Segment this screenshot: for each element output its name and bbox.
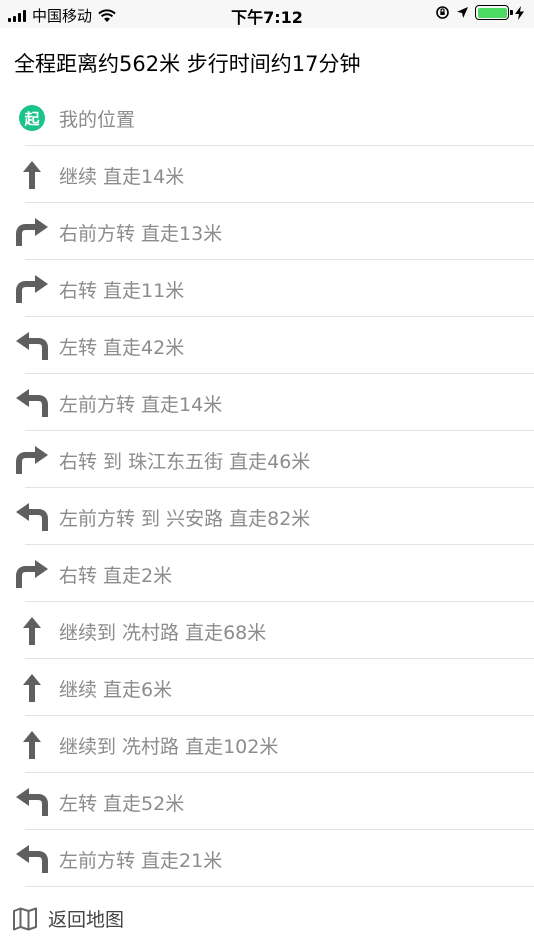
turn-right-arrow-icon [15, 444, 49, 476]
status-bar: 中国移动 下午7:12 [0, 0, 534, 28]
route-step-label: 继续到 冼村路 直走68米 [59, 622, 267, 644]
route-step-label: 左转 直走52米 [59, 793, 185, 815]
route-step-label: 右转 直走11米 [59, 280, 185, 302]
route-step-row[interactable]: 右转 到 珠江东五街 直走46米 [0, 431, 534, 488]
straight-arrow-icon [15, 729, 49, 761]
route-step-list: 起 我的位置 继续 直走14米右前方转 直走13米 右转 直走11米 左转 直走42… [0, 89, 534, 887]
location-arrow-icon [457, 7, 468, 18]
turn-right-arrow-icon [15, 216, 49, 248]
route-step-row[interactable]: 继续到 冼村路 直走68米 [0, 602, 534, 659]
status-right [435, 5, 524, 20]
route-step-label: 左前方转 直走21米 [59, 850, 223, 872]
route-step-row[interactable]: 继续 直走14米 [0, 146, 534, 203]
rotation-lock-icon [436, 6, 449, 19]
battery-icon [475, 5, 513, 20]
route-step-row[interactable]: 继续 直走6米 [0, 659, 534, 716]
route-step-label: 右前方转 直走13米 [59, 223, 223, 245]
route-step-row[interactable]: 继续到 冼村路 直走102米 [0, 716, 534, 773]
route-step-row[interactable]: 左前方转 直走21米 [0, 830, 534, 887]
straight-arrow-icon [15, 159, 49, 191]
turn-left-arrow-icon [15, 786, 49, 818]
route-step-label: 左前方转 直走14米 [59, 394, 223, 416]
route-step-label: 继续到 冼村路 直走102米 [59, 736, 279, 758]
route-step-row[interactable]: 左前方转 直走14米 [0, 374, 534, 431]
route-step-label: 继续 直走14米 [59, 166, 185, 188]
map-icon [13, 907, 37, 930]
route-summary-title: 全程距离约562米 步行时间约17分钟 [14, 52, 361, 76]
turn-left-arrow-icon [15, 330, 49, 362]
charging-bolt-icon [515, 5, 524, 20]
back-to-map-label: 返回地图 [48, 909, 125, 931]
route-start-row[interactable]: 起 我的位置 [0, 89, 534, 146]
turn-left-arrow-icon [15, 843, 49, 875]
route-step-row[interactable]: 右前方转 直走13米 [0, 203, 534, 260]
route-step-label: 左前方转 到 兴安路 直走82米 [59, 508, 311, 530]
row-divider [25, 886, 534, 887]
back-to-map-button[interactable]: 返回地图 [12, 905, 124, 932]
turn-right-arrow-icon [15, 558, 49, 590]
route-step-label: 右转 直走2米 [59, 565, 173, 587]
route-step-row[interactable]: 左转 直走52米 [0, 773, 534, 830]
start-marker-icon: 起 [15, 102, 49, 134]
turn-left-arrow-icon [15, 387, 49, 419]
route-step-row[interactable]: 右转 直走11米 [0, 260, 534, 317]
route-step-row[interactable]: 左前方转 到 兴安路 直走82米 [0, 488, 534, 545]
straight-arrow-icon [15, 615, 49, 647]
route-step-row[interactable]: 右转 直走2米 [0, 545, 534, 602]
route-step-label: 右转 到 珠江东五街 直走46米 [59, 451, 311, 473]
start-location-label: 我的位置 [59, 109, 136, 131]
route-step-label: 继续 直走6米 [59, 679, 173, 701]
route-step-label: 左转 直走42米 [59, 337, 185, 359]
turn-right-arrow-icon [15, 273, 49, 305]
turn-left-arrow-icon [15, 501, 49, 533]
route-step-row[interactable]: 左转 直走42米 [0, 317, 534, 374]
start-badge: 起 [19, 105, 45, 131]
battery-level [477, 7, 507, 18]
straight-arrow-icon [15, 672, 49, 704]
